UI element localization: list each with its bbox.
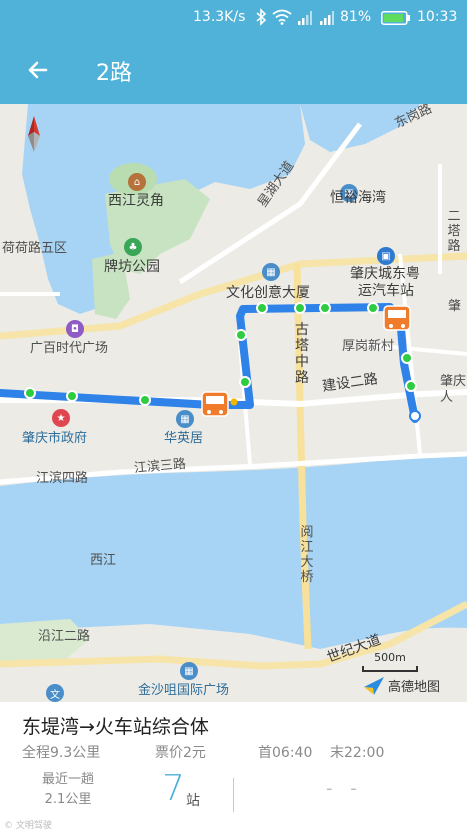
map-label: 荷荷路五区: [2, 241, 68, 256]
bus-icon[interactable]: [201, 391, 229, 417]
stops-unit: 站: [186, 793, 200, 809]
recent-bus-distance: 2.1公里: [44, 791, 92, 807]
bus-stop-end[interactable]: [409, 410, 421, 422]
map-label: 阅江大桥: [300, 525, 314, 585]
recent-bus-label: 最近一趟 2.1公里: [42, 770, 94, 809]
landmark-icon[interactable]: ⌂: [128, 173, 146, 191]
back-button[interactable]: [22, 54, 54, 86]
bluetooth-icon: [255, 8, 267, 30]
map-label: 西江灵角: [108, 193, 164, 209]
bus-stop[interactable]: [405, 380, 417, 392]
building-icon-2[interactable]: ▦: [262, 263, 280, 281]
map-label: 古塔中路: [295, 322, 309, 387]
route-fare: 票价2元: [155, 745, 206, 761]
stops-away-count: 7: [162, 768, 185, 809]
first-bus-time: 首06:40: [258, 745, 313, 761]
wifi-icon: [272, 9, 292, 29]
app-bar: 2路: [0, 36, 467, 104]
bus-stop[interactable]: [367, 302, 379, 314]
map-label: 厚岗新村: [342, 339, 395, 354]
route-map[interactable]: ⌂ ♣ ▦ ▦ ▣ ◘ ★ ▦ ▦ 文 西江灵角 牌坊公园 恒裕海湾 星湖大道 …: [0, 104, 467, 702]
map-label: 广百时代广场: [30, 341, 109, 356]
bus-stop[interactable]: [139, 394, 151, 406]
map-label: 运汽车站: [358, 283, 414, 299]
map-label: 江滨四路: [36, 471, 89, 486]
footer-watermark: © 文明驾驶: [4, 821, 52, 831]
map-canvas[interactable]: [0, 104, 467, 702]
battery-icon: [381, 11, 411, 29]
divider: [233, 778, 234, 812]
bus-icon-2[interactable]: [383, 305, 411, 331]
map-label: 华英居: [164, 431, 204, 446]
map-brand: 高德地图: [364, 676, 440, 695]
bus-stop[interactable]: [24, 387, 36, 399]
signal-2-icon: [320, 11, 334, 29]
map-label: 恒裕海湾: [330, 190, 386, 206]
map-label: 肇: [448, 299, 462, 314]
bus-stop[interactable]: [319, 302, 331, 314]
map-label: 二塔路: [447, 209, 461, 254]
bus-stop[interactable]: [66, 390, 78, 402]
eta-placeholder: - -: [326, 778, 363, 799]
map-label: 肇庆城东粤: [350, 266, 420, 282]
park-icon[interactable]: ♣: [124, 238, 142, 256]
map-label: 金沙咀国际广场: [138, 683, 230, 698]
route-name: 东堤湾→火车站综合体: [22, 716, 209, 738]
brand-text: 高德地图: [388, 680, 441, 695]
map-scale: 500m: [374, 651, 406, 664]
signal-icon: [298, 11, 312, 29]
network-speed: 13.3K/s: [193, 9, 246, 25]
map-label: 肇庆市政府: [22, 431, 88, 446]
amap-logo-icon: [364, 676, 384, 695]
page-title: 2路: [96, 61, 132, 86]
route-distance: 全程9.3公里: [22, 745, 101, 761]
bus-stop[interactable]: [401, 352, 413, 364]
last-bus-time: 末22:00: [330, 745, 385, 761]
status-bar: 13.3K/s 81% 10:33: [0, 0, 467, 36]
shopping-icon[interactable]: ◘: [66, 320, 84, 338]
bus-stop[interactable]: [294, 302, 306, 314]
bus-position-dot: [230, 398, 238, 406]
bus-stop[interactable]: [235, 329, 247, 341]
text-icon[interactable]: 文: [46, 684, 64, 702]
map-label: 肇庆人: [440, 374, 467, 405]
building-icon-3[interactable]: ▦: [180, 662, 198, 680]
recent-bus-title: 最近一趟: [42, 772, 95, 787]
route-info-panel: 东堤湾→火车站综合体 全程9.3公里 票价2元 首06:40 末22:00 最近…: [0, 702, 467, 832]
scale-bar: [362, 666, 418, 672]
map-label: 牌坊公园: [104, 259, 160, 275]
map-label: 沿江二路: [38, 629, 91, 644]
bus-stop[interactable]: [239, 376, 251, 388]
clock: 10:33: [417, 9, 458, 25]
arrow-left-icon: [28, 61, 48, 79]
bus-station-icon[interactable]: ▣: [377, 247, 395, 265]
map-label: 西江: [90, 553, 117, 568]
map-label: 文化创意大厦: [226, 285, 310, 301]
battery-percent: 81%: [340, 9, 372, 25]
bus-stop[interactable]: [256, 302, 268, 314]
government-icon[interactable]: ★: [52, 409, 70, 427]
residence-icon[interactable]: ▦: [176, 410, 194, 428]
